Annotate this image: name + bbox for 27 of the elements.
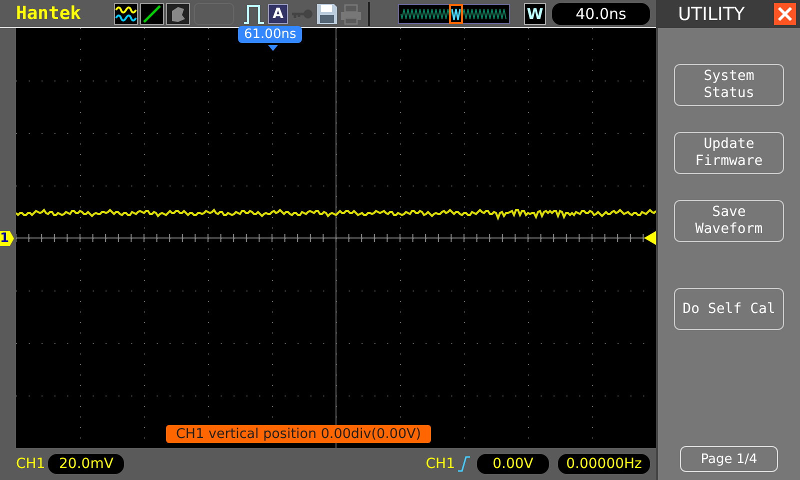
menu-title: UTILITY [678,4,745,24]
menu-button[interactable]: Save Waveform [674,200,784,242]
menu-button[interactable]: Do Self Cal [674,288,784,330]
timebase-label: W [524,2,546,24]
persistence-icon[interactable] [166,2,190,24]
volts-per-div: 20.0mV [48,454,124,474]
pulse-icon[interactable] [242,2,266,24]
rising-edge-icon [458,456,470,472]
cursor-time-readout: 61.00ns [238,26,302,43]
page-button[interactable]: Page 1/4 [680,446,778,472]
printer-icon [340,2,362,24]
line-icon[interactable] [140,2,164,24]
waveform-display-icon[interactable] [114,2,138,24]
menu-button[interactable]: System Status [674,64,784,106]
save-icon[interactable] [316,2,338,24]
channel-marker: 1 [0,231,14,246]
brand-logo: Hantek [16,3,82,24]
trigger-channel-label: CH1 [426,456,455,472]
trigger-mode-indicator[interactable]: A [268,4,288,24]
channel-label: CH1 [16,456,46,472]
timebase-readout: 40.0ns [552,2,650,24]
frequency-readout: 0.00000Hz [558,454,650,474]
cursor-pointer-icon [268,45,278,51]
close-icon[interactable] [774,3,796,25]
status-message: CH1 vertical position 0.00div(0.00V) [166,425,432,443]
trigger-level: 0.00V [477,454,549,474]
menu-button[interactable]: Update Firmware [674,132,784,174]
